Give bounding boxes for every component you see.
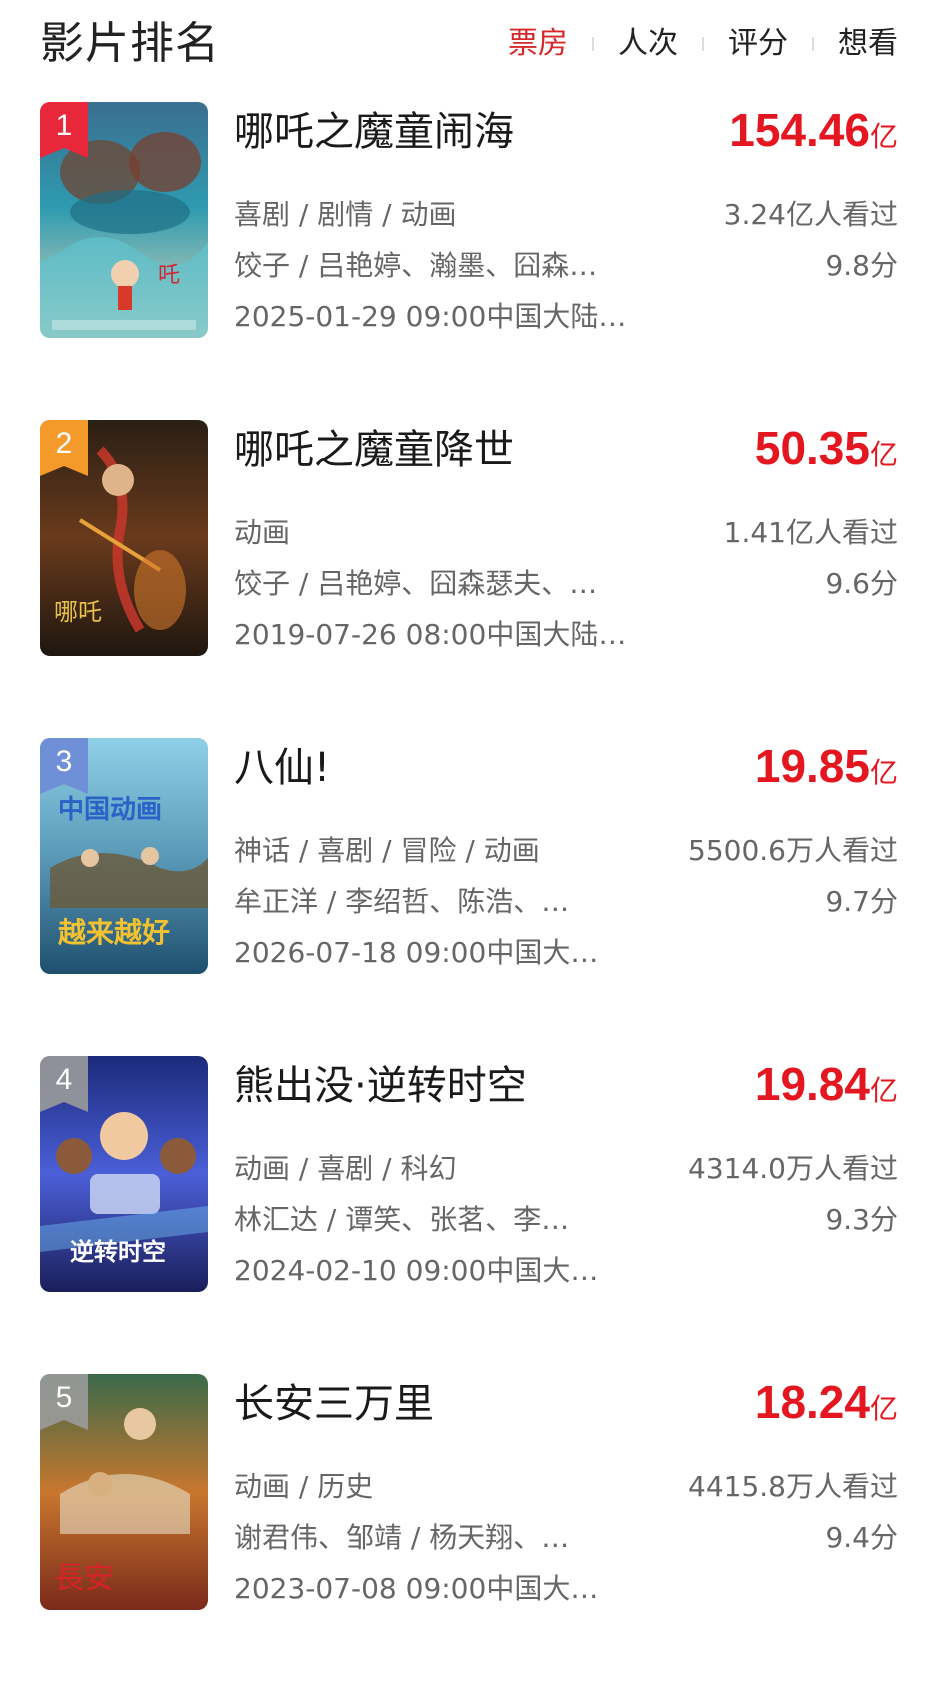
- box-office-unit: 亿: [869, 756, 898, 789]
- tab-box-office[interactable]: 票房: [508, 18, 568, 70]
- rank-badge: 1: [40, 102, 88, 158]
- rank-number: 4: [55, 1063, 73, 1096]
- movie-title[interactable]: 熊出没·逆转时空: [234, 1058, 527, 1114]
- tab-want-to-see[interactable]: 想看: [838, 18, 898, 70]
- sort-tabs: 票房 人次 评分 想看: [508, 18, 898, 70]
- rank-badge: 3: [40, 738, 88, 794]
- movie-ranking-list: 吒 1 哪吒之魔童闹海 154.46亿 喜剧 / 剧情 / 动画 3.24亿人看…: [0, 102, 940, 1692]
- tab-divider: [702, 37, 704, 51]
- box-office-value: 19.84: [754, 1058, 870, 1110]
- viewer-count: 4314.0万人看过: [688, 1152, 898, 1185]
- box-office-unit: 亿: [869, 1392, 898, 1425]
- movie-poster[interactable]: 長安 5: [40, 1374, 208, 1610]
- movie-cast: 谢君伟、邹靖 / 杨天翔、…: [234, 1521, 570, 1554]
- viewer-count: 3.24亿人看过: [723, 198, 898, 231]
- box-office-value: 19.85: [754, 740, 870, 792]
- box-office: 19.84亿: [755, 1056, 898, 1119]
- rank-badge: 5: [40, 1374, 88, 1430]
- movie-score: 9.8分: [825, 249, 898, 282]
- movie-cast: 饺子 / 吕艳婷、囧森瑟夫、…: [234, 567, 598, 600]
- movie-title[interactable]: 哪吒之魔童闹海: [234, 104, 514, 160]
- svg-text:越来越好: 越来越好: [58, 916, 170, 949]
- box-office-unit: 亿: [869, 120, 898, 153]
- release-info: 2023-07-08 09:00中国大…: [234, 1572, 599, 1605]
- movie-row[interactable]: 哪吒 2 哪吒之魔童降世 50.35亿 动画 1.41亿人看过 饺子 / 吕艳婷…: [0, 420, 940, 738]
- movie-score: 9.3分: [825, 1203, 898, 1236]
- box-office: 50.35亿: [755, 420, 898, 483]
- movie-genres: 动画: [234, 516, 291, 549]
- movie-genres: 喜剧 / 剧情 / 动画: [234, 198, 457, 231]
- movie-title[interactable]: 长安三万里: [234, 1376, 434, 1432]
- release-info: 2026-07-18 09:00中国大…: [234, 936, 599, 969]
- tab-rating[interactable]: 评分: [728, 18, 788, 70]
- movie-cast: 牟正洋 / 李绍哲、陈浩、…: [234, 885, 570, 918]
- movie-row[interactable]: 中国动画 越来越好 3 八仙! 19.85亿 神话 / 喜剧 / 冒险 / 动画…: [0, 738, 940, 1056]
- box-office-unit: 亿: [869, 1074, 898, 1107]
- viewer-count: 4415.8万人看过: [688, 1470, 898, 1503]
- svg-text:長安: 長安: [54, 1561, 114, 1596]
- release-info: 2019-07-26 08:00中国大陆…: [234, 618, 627, 651]
- movie-score: 9.4分: [825, 1521, 898, 1554]
- header: 影片排名 票房 人次 评分 想看: [0, 0, 940, 92]
- rank-number: 5: [55, 1381, 73, 1414]
- movie-genres: 动画 / 历史: [234, 1470, 374, 1503]
- rank-badge: 2: [40, 420, 88, 476]
- movie-row[interactable]: 逆转时空 4 熊出没·逆转时空 19.84亿 动画 / 喜剧 / 科幻 4314…: [0, 1056, 940, 1374]
- box-office-value: 50.35: [754, 422, 870, 474]
- release-info: 2025-01-29 09:00中国大陆…: [234, 300, 627, 333]
- movie-title[interactable]: 八仙!: [234, 740, 330, 796]
- movie-genres: 神话 / 喜剧 / 冒险 / 动画: [234, 834, 540, 867]
- tab-admissions[interactable]: 人次: [618, 18, 678, 70]
- page-title: 影片排名: [40, 18, 220, 69]
- viewer-count: 5500.6万人看过: [688, 834, 898, 867]
- movie-cast: 饺子 / 吕艳婷、瀚墨、囧森…: [234, 249, 598, 282]
- box-office-value: 154.46: [729, 104, 870, 156]
- movie-title[interactable]: 哪吒之魔童降世: [234, 422, 514, 478]
- box-office-unit: 亿: [869, 438, 898, 471]
- svg-text:哪吒: 哪吒: [54, 598, 102, 626]
- movie-row[interactable]: 長安 5 长安三万里 18.24亿 动画 / 历史 4415.8万人看过 谢君伟…: [0, 1374, 940, 1692]
- movie-poster[interactable]: 哪吒 2: [40, 420, 208, 656]
- movie-score: 9.6分: [825, 567, 898, 600]
- rank-badge: 4: [40, 1056, 88, 1112]
- movie-poster[interactable]: 逆转时空 4: [40, 1056, 208, 1292]
- movie-row[interactable]: 吒 1 哪吒之魔童闹海 154.46亿 喜剧 / 剧情 / 动画 3.24亿人看…: [0, 102, 940, 420]
- movie-cast: 林汇达 / 谭笑、张茗、李…: [234, 1203, 570, 1236]
- svg-text:逆转时空: 逆转时空: [70, 1238, 166, 1266]
- movie-score: 9.7分: [825, 885, 898, 918]
- box-office: 18.24亿: [755, 1374, 898, 1437]
- rank-number: 3: [55, 745, 73, 778]
- movie-poster[interactable]: 中国动画 越来越好 3: [40, 738, 208, 974]
- svg-text:吒: 吒: [158, 263, 180, 288]
- box-office: 19.85亿: [755, 738, 898, 801]
- movie-genres: 动画 / 喜剧 / 科幻: [234, 1152, 457, 1185]
- tab-divider: [812, 37, 814, 51]
- box-office: 154.46亿: [729, 102, 898, 165]
- rank-number: 1: [55, 109, 73, 142]
- viewer-count: 1.41亿人看过: [723, 516, 898, 549]
- tab-divider: [592, 37, 594, 51]
- svg-text:中国动画: 中国动画: [58, 795, 162, 825]
- box-office-value: 18.24: [754, 1376, 870, 1428]
- movie-poster[interactable]: 吒 1: [40, 102, 208, 338]
- release-info: 2024-02-10 09:00中国大…: [234, 1254, 599, 1287]
- rank-number: 2: [55, 427, 73, 460]
